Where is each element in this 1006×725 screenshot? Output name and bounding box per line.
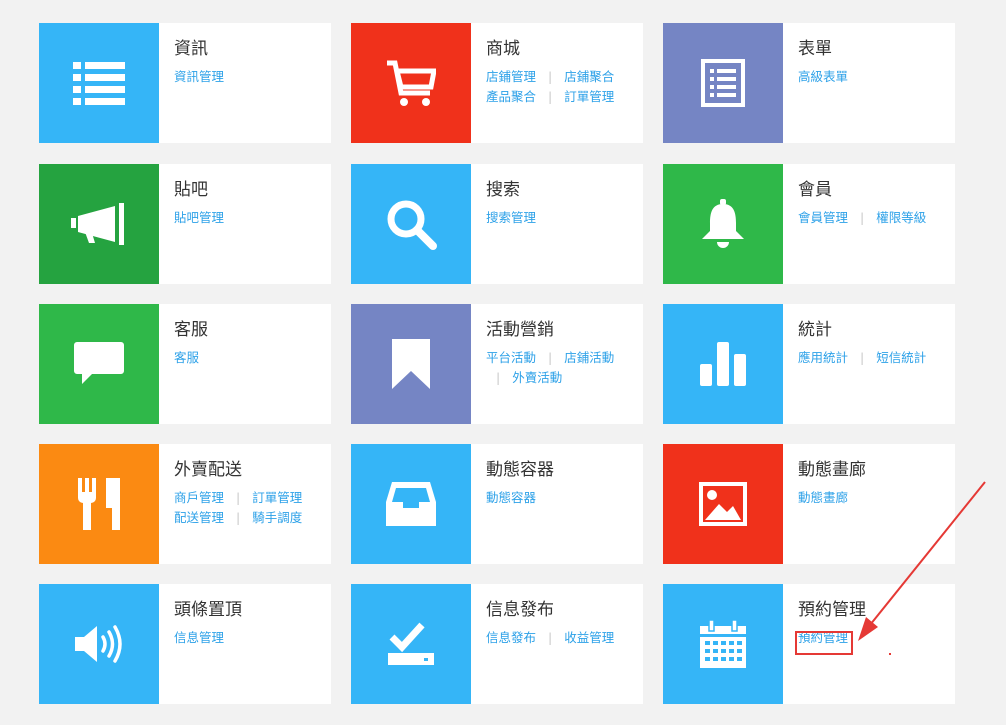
annotation-dot <box>889 653 891 655</box>
annotation-arrow <box>858 481 986 641</box>
